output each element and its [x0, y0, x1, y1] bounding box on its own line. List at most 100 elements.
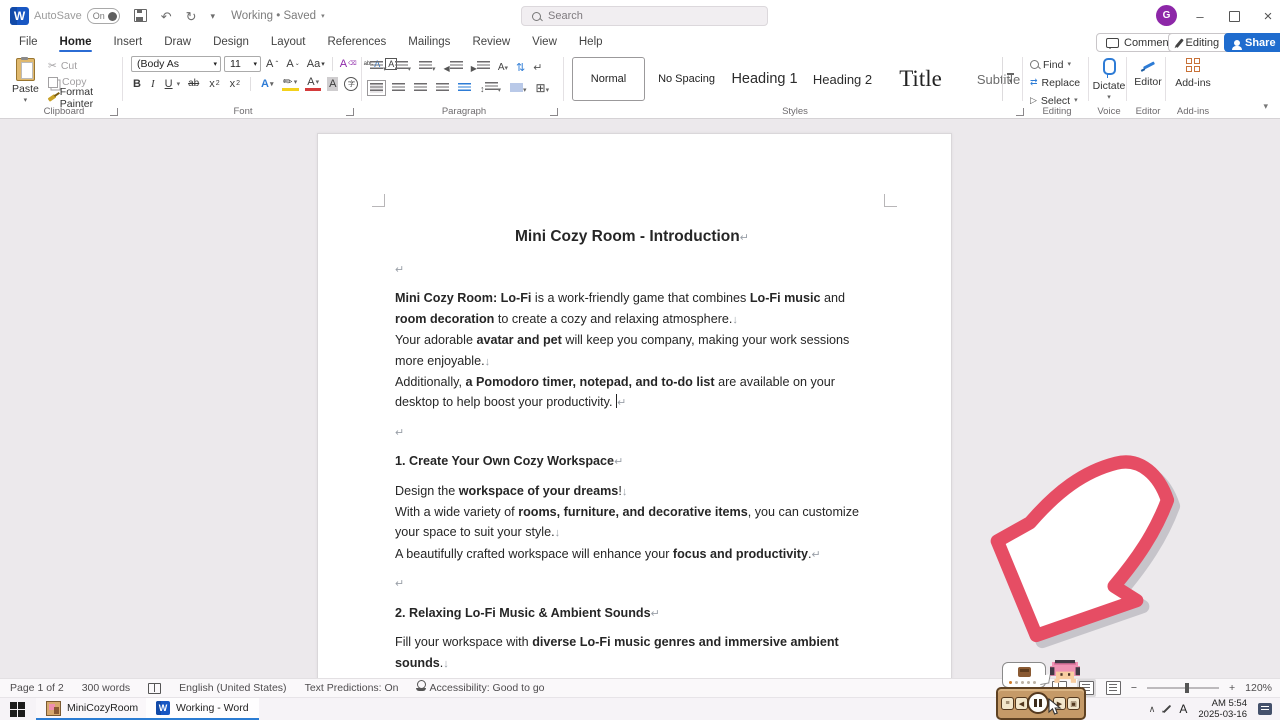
align-right-button[interactable]	[414, 83, 427, 93]
paste-button[interactable]: Paste ▾	[12, 53, 39, 104]
italic-button[interactable]: I	[149, 77, 157, 91]
pause-button[interactable]	[1027, 692, 1049, 714]
styles-dialog-launcher[interactable]	[1016, 108, 1024, 116]
numbering-button[interactable]: ▾	[395, 58, 412, 76]
font-name-combo[interactable]: (Body As ▾	[131, 56, 221, 72]
tab-review[interactable]: Review	[461, 32, 521, 53]
loop-button[interactable]: ▣	[1067, 697, 1080, 710]
language-indicator[interactable]: English (United States)	[179, 682, 286, 694]
tab-references[interactable]: References	[316, 32, 397, 53]
chevron-down-icon[interactable]: ▾	[177, 81, 181, 88]
clipboard-dialog-launcher[interactable]	[110, 108, 118, 116]
dictate-button[interactable]: Dictate ▾	[1092, 53, 1126, 101]
format-painter-button[interactable]: Format Painter	[48, 90, 120, 106]
enclose-characters-button[interactable]: 字	[344, 77, 358, 91]
justify-button[interactable]	[436, 83, 449, 93]
zoom-out-button[interactable]: −	[1131, 682, 1137, 694]
tab-mailings[interactable]: Mailings	[397, 32, 461, 53]
undo-button[interactable]: ↶	[161, 10, 172, 23]
page-indicator[interactable]: Page 1 of 2	[10, 682, 64, 694]
align-left-button[interactable]	[370, 83, 383, 93]
bold-button[interactable]: B	[131, 77, 143, 91]
tab-view[interactable]: View	[521, 32, 568, 53]
hidden-icons-button[interactable]: ∧	[1149, 704, 1156, 715]
paragraph-dialog-launcher[interactable]	[550, 108, 558, 116]
notification-center-icon[interactable]	[1258, 703, 1272, 715]
character-shading-button[interactable]: A	[327, 77, 338, 91]
find-button[interactable]: Find▾	[1030, 57, 1080, 72]
tab-layout[interactable]: Layout	[260, 32, 317, 53]
distribute-button[interactable]	[458, 83, 471, 93]
show-hide-paragraph-button[interactable]: ↵	[533, 61, 542, 74]
ime-indicator[interactable]: A	[1179, 702, 1187, 716]
web-layout-button[interactable]	[1106, 681, 1121, 695]
subscript-button[interactable]: x2	[207, 77, 221, 91]
grow-font-button[interactable]: A⌃	[264, 57, 281, 71]
minimize-button[interactable]: –	[1183, 0, 1217, 32]
text-effects-button[interactable]: A▾	[259, 77, 275, 91]
increase-indent-button[interactable]: ▶	[471, 58, 490, 76]
tab-draw[interactable]: Draw	[153, 32, 202, 53]
clear-formatting-button[interactable]: A⌫	[338, 57, 359, 71]
cut-button[interactable]: ✂ Cut	[48, 58, 120, 74]
maximize-button[interactable]	[1217, 0, 1251, 32]
save-button[interactable]	[134, 9, 147, 24]
replace-button[interactable]: ⇄Replace	[1030, 75, 1080, 90]
quick-access-overflow-button[interactable]: ▾	[211, 12, 216, 21]
tab-file[interactable]: File	[8, 32, 49, 53]
superscript-button[interactable]: x2	[228, 77, 242, 91]
word-count[interactable]: 300 words	[82, 682, 130, 694]
addins-button[interactable]: Add-ins	[1170, 53, 1216, 89]
start-button[interactable]	[10, 702, 25, 717]
change-case-button[interactable]: Aa▾	[305, 57, 327, 71]
clock[interactable]: AM 5:54 2025-03-16	[1198, 698, 1247, 720]
pen-tray-icon[interactable]	[1163, 705, 1171, 713]
strikethrough-button[interactable]: ab	[186, 77, 201, 91]
style-heading-2[interactable]: Heading 2	[806, 57, 879, 101]
style-title[interactable]: Title	[884, 57, 957, 101]
taskbar-app-word[interactable]: W Working - Word	[146, 698, 259, 720]
style-no-spacing[interactable]: No Spacing	[650, 57, 723, 101]
close-button[interactable]: ×	[1251, 0, 1280, 32]
highlight-button[interactable]: ✎▾	[282, 77, 300, 91]
accessibility-status[interactable]: Accessibility: Good to go	[417, 682, 545, 694]
style-subtitle[interactable]: Subtitle	[962, 57, 1035, 101]
line-spacing-button[interactable]: ↕▾	[480, 79, 501, 97]
word-app-icon[interactable]: W	[10, 7, 29, 25]
text-predictions[interactable]: Text Predictions: On	[305, 682, 399, 694]
playlist-button[interactable]: ≡	[1001, 697, 1014, 710]
font-color-button[interactable]: A▾	[305, 77, 321, 91]
tab-help[interactable]: Help	[568, 32, 614, 53]
redo-button[interactable]: ↻	[186, 10, 197, 23]
share-button[interactable]: Share ▾	[1224, 33, 1280, 52]
search-input[interactable]: Search	[521, 6, 768, 26]
decrease-indent-button[interactable]: ◀	[444, 58, 463, 76]
proofing-icon[interactable]	[148, 683, 161, 694]
style-heading-1[interactable]: Heading 1	[728, 57, 801, 101]
shrink-font-button[interactable]: A⌄	[284, 57, 301, 71]
zoom-slider-thumb[interactable]	[1185, 683, 1189, 694]
account-avatar[interactable]: G	[1156, 5, 1177, 26]
borders-button[interactable]: ⊞▾	[536, 79, 550, 97]
document-title-menu[interactable]: Working • Saved ▾	[231, 10, 325, 22]
shading-button[interactable]: ▾	[510, 79, 527, 97]
tab-design[interactable]: Design	[202, 32, 260, 53]
taskbar-app-minicozyroom[interactable]: MiniCozyRoom	[36, 698, 148, 720]
document-content[interactable]: Mini Cozy Room - Introduction↵↵Mini Cozy…	[395, 226, 869, 678]
sort-button[interactable]: ⇅	[516, 61, 525, 74]
zoom-slider[interactable]	[1147, 687, 1219, 690]
font-size-combo[interactable]: 11 ▾	[224, 56, 261, 72]
autosave-toggle[interactable]: On	[87, 8, 120, 24]
bullets-button[interactable]: ▾	[370, 58, 387, 76]
editor-button[interactable]: Editor	[1130, 53, 1166, 88]
tab-home[interactable]: Home	[49, 32, 103, 53]
asian-layout-button[interactable]: A▾	[498, 62, 508, 73]
collapse-ribbon-button[interactable]: ▾	[1263, 101, 1268, 112]
underline-button[interactable]: U	[163, 77, 175, 91]
zoom-percentage[interactable]: 120%	[1245, 682, 1272, 694]
zoom-in-button[interactable]: +	[1229, 682, 1235, 694]
styles-gallery-more-button[interactable]: ▾	[1002, 57, 1018, 101]
tab-insert[interactable]: Insert	[102, 32, 153, 53]
align-center-button[interactable]	[392, 83, 405, 93]
style-normal[interactable]: Normal	[572, 57, 645, 101]
